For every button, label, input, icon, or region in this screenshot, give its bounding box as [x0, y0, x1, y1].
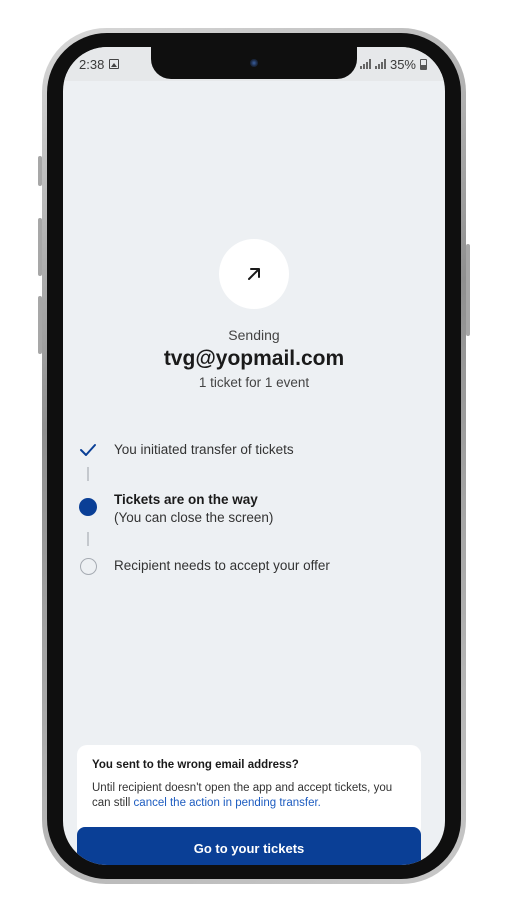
volume-down-button — [38, 296, 42, 354]
step-title: Tickets are on the way — [114, 492, 258, 507]
step-done-marker — [78, 440, 98, 460]
step-current-marker — [78, 497, 98, 517]
step-title: Recipient needs to accept your offer — [114, 558, 330, 573]
step-connector — [87, 467, 89, 481]
step-title: You initiated transfer of tickets — [114, 442, 294, 457]
silent-switch — [38, 156, 42, 186]
power-button — [466, 244, 470, 336]
step-initiated: You initiated transfer of tickets — [114, 441, 294, 459]
step-subtitle: (You can close the screen) — [114, 510, 274, 525]
info-title: You sent to the wrong email address? — [92, 759, 299, 771]
cancel-transfer-link[interactable]: cancel the action in pending transfer. — [134, 797, 321, 809]
go-to-tickets-button[interactable]: Go to your tickets — [77, 827, 421, 865]
phone-screen: 2:38 35% Sending tvg@yopmail.com 1 ticke… — [63, 47, 445, 865]
step-recipient-accept: Recipient needs to accept your offer — [114, 557, 330, 575]
checkmark-icon — [80, 444, 96, 456]
transfer-status-page: Sending tvg@yopmail.com 1 ticket for 1 e… — [63, 47, 445, 865]
step-pending-marker — [78, 556, 98, 576]
empty-circle-icon — [79, 557, 97, 575]
progress-dot-icon — [79, 498, 97, 516]
volume-up-button — [38, 218, 42, 276]
info-body: Until recipient doesn't open the app and… — [92, 781, 407, 811]
phone-bezel: 2:38 35% Sending tvg@yopmail.com 1 ticke… — [47, 33, 461, 879]
wrong-email-info-card: You sent to the wrong email address? Unt… — [77, 745, 421, 837]
step-on-the-way: Tickets are on the way (You can close th… — [114, 491, 273, 527]
step-connector — [87, 532, 89, 546]
transfer-steps: You initiated transfer of tickets Ticket… — [63, 47, 445, 865]
phone-frame: 2:38 35% Sending tvg@yopmail.com 1 ticke… — [38, 28, 470, 884]
